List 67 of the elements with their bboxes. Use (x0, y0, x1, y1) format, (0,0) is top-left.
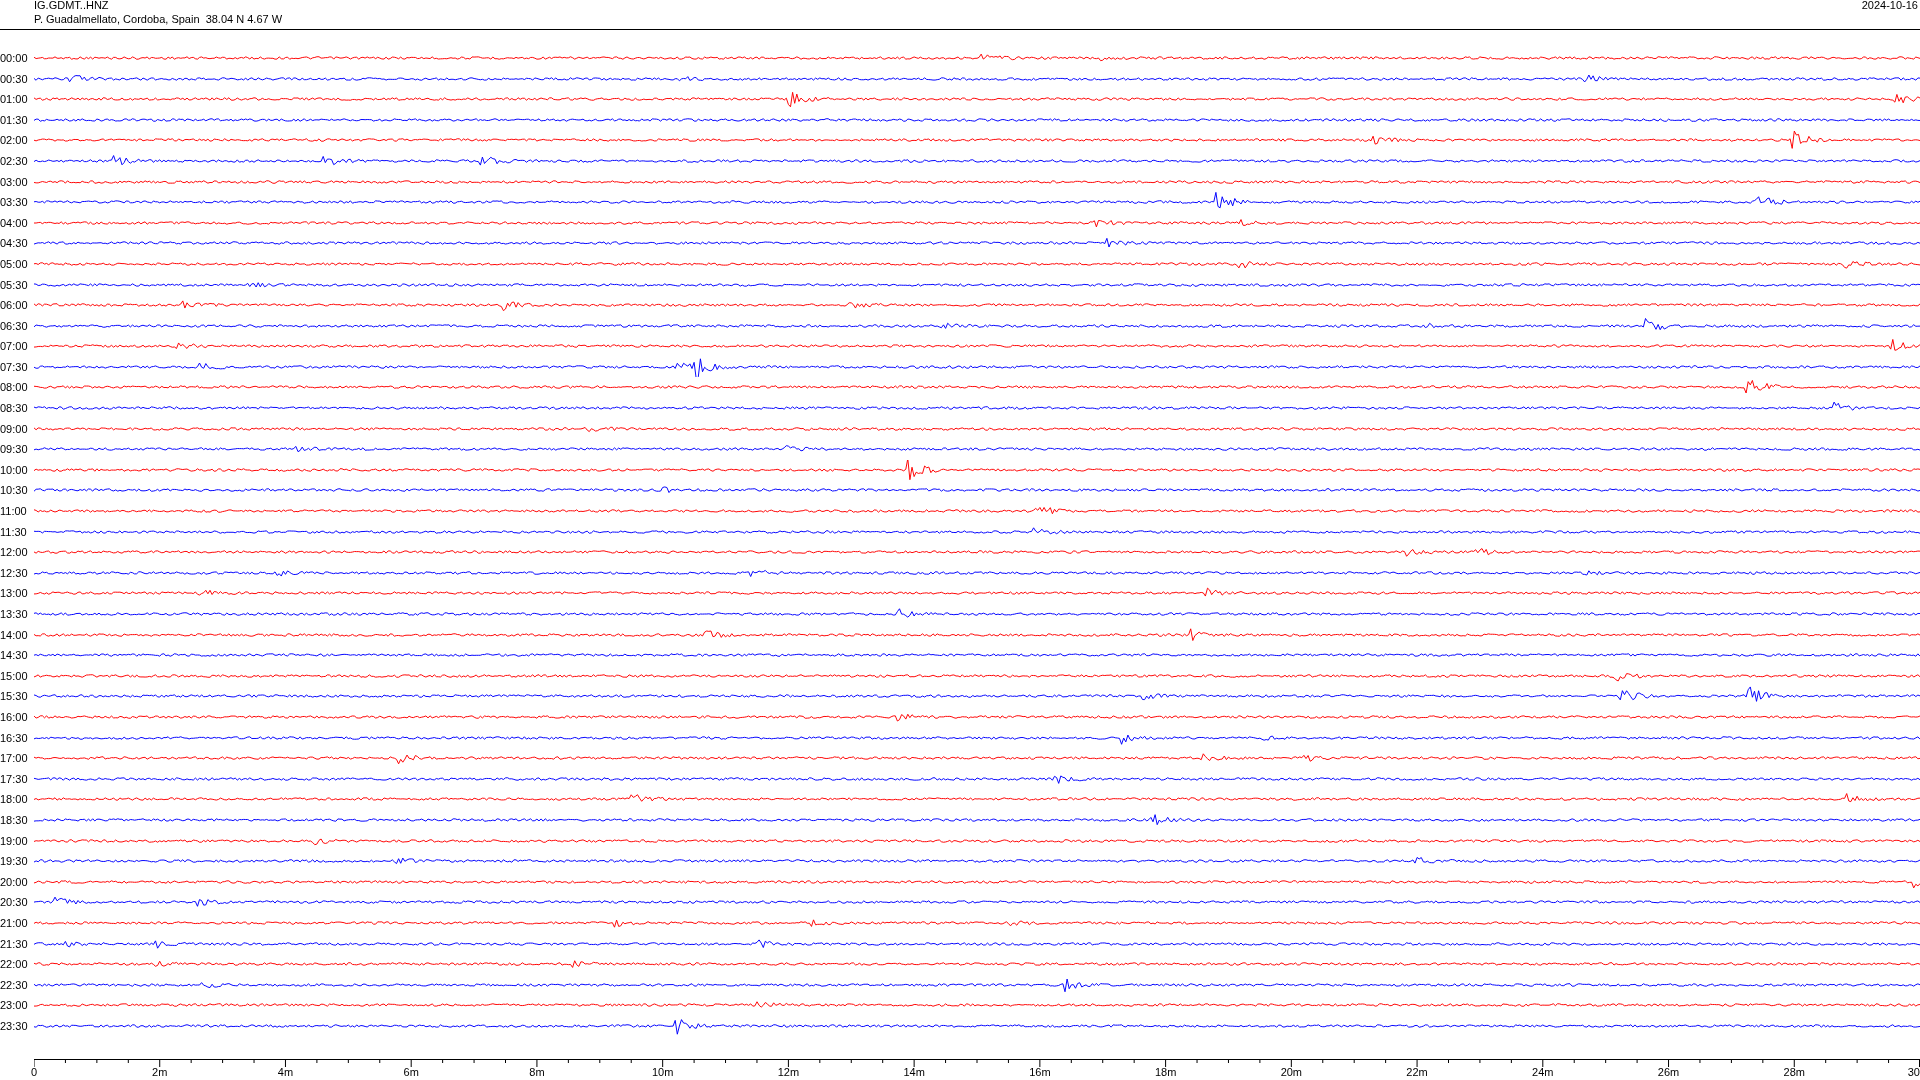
time-label: 22:30 (0, 978, 29, 991)
axis-label: 0 (30, 1067, 38, 1079)
time-label: 07:00 (0, 340, 29, 353)
axis-label: 30 (1907, 1067, 1920, 1079)
axis-label: 12m (777, 1067, 800, 1079)
time-label: 02:00 (0, 134, 29, 147)
time-label: 02:30 (0, 154, 29, 167)
time-label: 00:00 (0, 52, 29, 64)
time-label: 01:30 (0, 113, 29, 126)
time-label: 18:30 (0, 813, 29, 826)
axis-label: 6m (403, 1067, 419, 1079)
time-label: 16:00 (0, 711, 29, 723)
time-label: 22:00 (0, 958, 29, 971)
time-label: 12:00 (0, 546, 29, 559)
time-label: 10:00 (0, 463, 29, 476)
time-label: 08:30 (0, 402, 29, 415)
axis-label: 18m (1154, 1067, 1177, 1079)
time-label: 16:30 (0, 731, 29, 744)
time-label: 12:30 (0, 566, 29, 579)
time-label: 14:00 (0, 628, 29, 641)
plot-date: 2024-10-16 (1861, 0, 1918, 13)
axis-label: 4m (277, 1067, 294, 1079)
axis-label: 2m (152, 1067, 168, 1079)
time-label: 13:00 (0, 587, 29, 600)
time-label: 04:30 (0, 237, 29, 250)
time-label: 09:30 (0, 443, 29, 456)
time-label: 08:00 (0, 381, 29, 394)
time-label: 04:00 (0, 216, 29, 229)
axis-label: 16m (1029, 1067, 1051, 1079)
time-label: 15:00 (0, 669, 29, 682)
time-label: 01:00 (0, 93, 29, 106)
time-label: 17:00 (0, 752, 29, 765)
time-label: 17:30 (0, 772, 29, 785)
axis-label: 26m (1657, 1067, 1680, 1079)
time-label: 21:30 (0, 937, 29, 950)
station-location: P. Guadalmellato, Cordoba, Spain 38.04 N 4.67 W (34, 12, 283, 26)
time-label: 23:00 (0, 999, 29, 1012)
time-label: 10:30 (0, 484, 29, 497)
time-label: 11:30 (0, 525, 28, 538)
time-label: 06:00 (0, 299, 29, 312)
axis-label: 28m (1783, 1067, 1805, 1079)
axis-label: 14m (903, 1067, 925, 1079)
time-label: 13:30 (0, 608, 29, 620)
time-label: 03:30 (0, 196, 29, 209)
time-label: 14:30 (0, 649, 29, 662)
time-label: 11:00 (0, 505, 28, 518)
time-label: 20:30 (0, 896, 29, 909)
time-label: 20:00 (0, 875, 29, 888)
time-label: 07:30 (0, 360, 29, 373)
time-label: 05:00 (0, 257, 29, 270)
time-label: 19:00 (0, 834, 29, 847)
axis-label: 20m (1280, 1067, 1303, 1079)
time-label: 05:30 (0, 278, 29, 291)
time-label: 09:00 (0, 422, 29, 435)
station-code: IG.GDMT..HNZ (34, 0, 110, 12)
time-label: 18:00 (0, 793, 29, 806)
axis-label: 22m (1406, 1067, 1428, 1079)
time-label: 06:30 (0, 319, 29, 332)
time-label: 19:30 (0, 855, 29, 868)
time-label: 00:30 (0, 72, 29, 85)
axis-label: 24m (1532, 1067, 1554, 1079)
time-label: 15:30 (0, 690, 29, 703)
axis-label: 10m (651, 1067, 674, 1079)
time-label: 23:30 (0, 1019, 29, 1032)
time-label: 21:00 (0, 916, 29, 929)
axis-label: 8m (529, 1067, 545, 1079)
time-label: 03:00 (0, 175, 29, 188)
